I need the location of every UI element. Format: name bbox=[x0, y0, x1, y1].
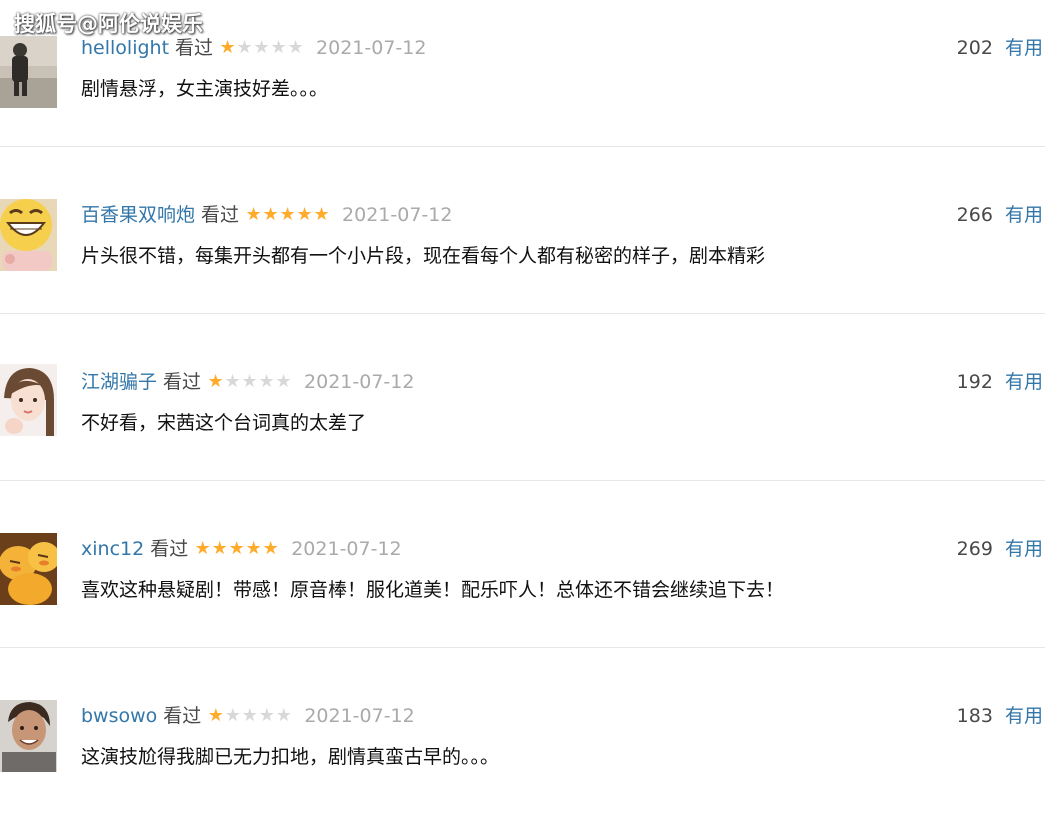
username-link[interactable]: 百香果双响炮 bbox=[81, 203, 195, 227]
star-icon: ★ bbox=[245, 204, 262, 225]
vote-area: 202 有用 bbox=[957, 36, 1043, 60]
review-date: 2021-07-12 bbox=[304, 371, 415, 393]
rating-stars: ★ ★ ★ ★ ★ bbox=[207, 372, 292, 392]
watched-status: 看过 bbox=[150, 538, 189, 560]
star-icon: ★ bbox=[275, 371, 292, 392]
star-icon: ★ bbox=[236, 37, 253, 58]
star-icon: ★ bbox=[253, 37, 270, 58]
star-icon: ★ bbox=[262, 538, 279, 559]
star-icon: ★ bbox=[241, 371, 258, 392]
useful-button[interactable]: 有用 bbox=[1005, 538, 1043, 560]
avatar[interactable] bbox=[0, 36, 57, 108]
star-icon: ★ bbox=[219, 37, 236, 58]
username-link[interactable]: bwsowo bbox=[81, 704, 157, 728]
star-icon: ★ bbox=[241, 705, 258, 726]
star-icon: ★ bbox=[262, 204, 279, 225]
avatar[interactable] bbox=[0, 364, 57, 436]
vote-area: 269 有用 bbox=[957, 537, 1043, 561]
review-header: 江湖骗子 看过 ★ ★ ★ ★ ★ 2021-07-12 bbox=[81, 370, 414, 394]
review-header: bwsowo 看过 ★ ★ ★ ★ ★ 2021-07-12 bbox=[81, 704, 415, 728]
watched-status: 看过 bbox=[163, 705, 202, 727]
star-icon: ★ bbox=[245, 538, 262, 559]
review-content: 片头很不错，每集开头都有一个小片段，现在看每个人都有秘密的样子，剧本精彩 bbox=[81, 245, 766, 267]
review-header: hellolight 看过 ★ ★ ★ ★ ★ 2021-07-12 bbox=[81, 36, 426, 60]
rating-stars: ★ ★ ★ ★ ★ bbox=[219, 38, 304, 58]
star-icon: ★ bbox=[313, 204, 330, 225]
watched-status: 看过 bbox=[163, 371, 202, 393]
review-content: 不好看，宋茜这个台词真的太差了 bbox=[81, 412, 367, 434]
star-icon: ★ bbox=[194, 538, 211, 559]
review-date: 2021-07-12 bbox=[316, 37, 427, 59]
star-icon: ★ bbox=[207, 705, 224, 726]
star-icon: ★ bbox=[296, 204, 313, 225]
rating-stars: ★ ★ ★ ★ ★ bbox=[245, 205, 330, 225]
review-date: 2021-07-12 bbox=[291, 538, 402, 560]
review-content: 这演技尬得我脚已无力扣地，剧情真蛮古早的。。。 bbox=[81, 746, 500, 768]
rating-stars: ★ ★ ★ ★ ★ bbox=[194, 539, 279, 559]
vote-count: 202 bbox=[956, 37, 993, 59]
username-link[interactable]: 江湖骗子 bbox=[81, 370, 157, 394]
vote-count: 269 bbox=[956, 538, 993, 560]
username-link[interactable]: xinc12 bbox=[81, 537, 144, 561]
star-icon: ★ bbox=[275, 705, 292, 726]
divider bbox=[0, 647, 1045, 648]
star-icon: ★ bbox=[287, 37, 304, 58]
useful-button[interactable]: 有用 bbox=[1005, 204, 1043, 226]
avatar[interactable] bbox=[0, 199, 57, 271]
vote-area: 266 有用 bbox=[957, 203, 1043, 227]
star-icon: ★ bbox=[207, 371, 224, 392]
star-icon: ★ bbox=[258, 705, 275, 726]
vote-count: 266 bbox=[956, 204, 993, 226]
watched-status: 看过 bbox=[201, 204, 240, 226]
review-item: xinc12 看过 ★ ★ ★ ★ ★ 2021-07-12 269 有用 喜欢这种悬疑… bbox=[0, 501, 1059, 668]
review-content: 剧情悬浮，女主演技好差。。。 bbox=[81, 78, 329, 100]
vote-area: 192 有用 bbox=[957, 370, 1043, 394]
review-item: 百香果双响炮 看过 ★ ★ ★ ★ ★ 2021-07-12 266 有用 片头很不错，… bbox=[0, 167, 1059, 334]
useful-button[interactable]: 有用 bbox=[1005, 705, 1043, 727]
review-date: 2021-07-12 bbox=[304, 705, 415, 727]
vote-area: 183 有用 bbox=[957, 704, 1043, 728]
rating-stars: ★ ★ ★ ★ ★ bbox=[207, 706, 292, 726]
star-icon: ★ bbox=[224, 371, 241, 392]
review-content: 喜欢这种悬疑剧！带感！原音棒！服化道美！配乐吓人！总体还不错会继续追下去！ bbox=[81, 579, 785, 601]
avatar[interactable] bbox=[0, 700, 57, 772]
avatar[interactable] bbox=[0, 533, 57, 605]
useful-button[interactable]: 有用 bbox=[1005, 37, 1043, 59]
vote-count: 183 bbox=[956, 705, 993, 727]
review-header: 百香果双响炮 看过 ★ ★ ★ ★ ★ 2021-07-12 bbox=[81, 203, 452, 227]
review-header: xinc12 看过 ★ ★ ★ ★ ★ 2021-07-12 bbox=[81, 537, 402, 561]
review-item: bwsowo 看过 ★ ★ ★ ★ ★ 2021-07-12 183 有用 这演技尬得我… bbox=[0, 668, 1059, 835]
review-date: 2021-07-12 bbox=[342, 204, 453, 226]
star-icon: ★ bbox=[258, 371, 275, 392]
star-icon: ★ bbox=[228, 538, 245, 559]
divider bbox=[0, 146, 1045, 147]
watermark: 搜狐号@阿伦说娱乐 bbox=[14, 12, 203, 36]
useful-button[interactable]: 有用 bbox=[1005, 371, 1043, 393]
divider bbox=[0, 313, 1045, 314]
watched-status: 看过 bbox=[175, 37, 214, 59]
star-icon: ★ bbox=[211, 538, 228, 559]
star-icon: ★ bbox=[224, 705, 241, 726]
divider bbox=[0, 480, 1045, 481]
review-item: 江湖骗子 看过 ★ ★ ★ ★ ★ 2021-07-12 192 有用 不好看，宋茜这个… bbox=[0, 334, 1059, 501]
star-icon: ★ bbox=[270, 37, 287, 58]
star-icon: ★ bbox=[279, 204, 296, 225]
username-link[interactable]: hellolight bbox=[81, 36, 169, 60]
vote-count: 192 bbox=[956, 371, 993, 393]
